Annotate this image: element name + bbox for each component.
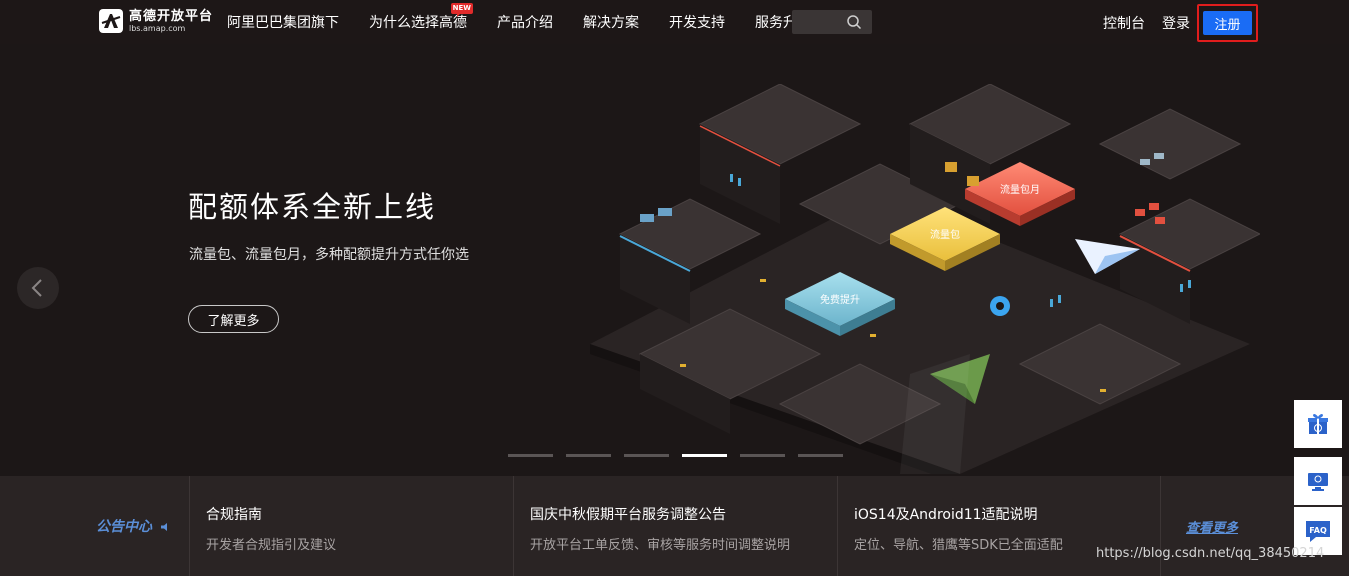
gift-icon [1308, 414, 1328, 434]
logo-domain: lbs.amap.com [129, 23, 186, 33]
hero-banner: 配额体系全新上线 流量包、流量包月，多种配额提升方式任你选 了解更多 流量包月 … [0, 44, 1349, 476]
isometric-city-illustration: 流量包月 流量包 免费提升 [590, 84, 1260, 474]
nav-item-alibaba-group[interactable]: 阿里巴巴集团旗下 [227, 12, 339, 32]
hero-subtitle: 流量包、流量包月，多种配额提升方式任你选 [189, 247, 469, 263]
chevron-left-icon [31, 279, 42, 297]
hero-title: 配额体系全新上线 [188, 190, 437, 224]
csdn-watermark: https://blog.csdn.net/qq_38450214 [1096, 546, 1325, 561]
nav-item-products[interactable]: 产品介绍 [497, 12, 553, 32]
notice-bar: 公告中心 合规指南 开发者合规指引及建议 国庆中秋假期平台服务调整公告 开放平台… [0, 476, 1349, 576]
float-gift-button[interactable] [1294, 400, 1342, 448]
divider [513, 476, 514, 576]
register-button[interactable]: 注册 [1203, 11, 1252, 35]
float-monitor-button[interactable] [1294, 457, 1342, 505]
nav-label: 为什么选择高德 [369, 15, 467, 31]
top-navbar: 高德开放平台 lbs.amap.com 阿里巴巴集团旗下 为什么选择高德 NEW… [0, 0, 1349, 44]
notice-center-text: 公告中心 [96, 519, 152, 535]
notice-title: 合规指南 [206, 507, 262, 523]
notice-center-label[interactable]: 公告中心 [96, 516, 170, 536]
logo-name: 高德开放平台 [129, 8, 214, 24]
carousel-dot[interactable] [566, 454, 611, 457]
carousel-indicators [508, 454, 856, 457]
speaker-icon [160, 523, 167, 531]
monitor-icon [1308, 473, 1328, 491]
tile-cyan-label: 免费提升 [820, 293, 860, 306]
search-input[interactable] [792, 10, 846, 34]
amap-logo[interactable]: 高德开放平台 lbs.amap.com [98, 5, 218, 37]
notice-desc: 开发者合规指引及建议 [206, 538, 337, 553]
tile-yellow-label: 流量包 [930, 228, 960, 241]
console-link[interactable]: 控制台 [1103, 13, 1145, 33]
tile-red-label: 流量包月 [1000, 183, 1040, 196]
notice-title: 国庆中秋假期平台服务调整公告 [530, 507, 726, 523]
notice-desc: 定位、导航、猎鹰等SDK已全面适配 [854, 538, 1063, 553]
divider [189, 476, 190, 576]
notice-item-compliance[interactable]: 合规指南 开发者合规指引及建议 [206, 504, 336, 553]
learn-more-button[interactable]: 了解更多 [188, 305, 279, 333]
search-icon[interactable] [846, 14, 862, 30]
nav-label: 开发支持 [669, 15, 725, 31]
notice-item-ios-android[interactable]: iOS14及Android11适配说明 定位、导航、猎鹰等SDK已全面适配 [854, 504, 1063, 553]
main-nav: 阿里巴巴集团旗下 为什么选择高德 NEW 产品介绍 解决方案 开发支持 服务升级 [227, 0, 841, 44]
nav-label: 解决方案 [583, 15, 639, 31]
faq-icon-label: FAQ [1309, 526, 1327, 535]
carousel-prev-button[interactable] [17, 267, 59, 309]
faq-icon: FAQ [1306, 521, 1330, 542]
carousel-dot[interactable] [798, 454, 843, 457]
new-badge: NEW [450, 3, 473, 17]
carousel-dot-active[interactable] [682, 454, 727, 457]
view-more-link[interactable]: 查看更多 [1186, 517, 1238, 536]
nav-item-dev-support[interactable]: 开发支持 [669, 12, 725, 32]
divider [837, 476, 838, 576]
carousel-dot[interactable] [740, 454, 785, 457]
nav-item-solutions[interactable]: 解决方案 [583, 12, 639, 32]
carousel-dot[interactable] [508, 454, 553, 457]
login-link[interactable]: 登录 [1162, 13, 1190, 33]
notice-desc: 开放平台工单反馈、审核等服务时间调整说明 [530, 538, 791, 553]
notice-title: iOS14及Android11适配说明 [854, 507, 1038, 523]
register-highlight-box: 注册 [1197, 4, 1258, 42]
nav-item-why-amap[interactable]: 为什么选择高德 NEW [369, 3, 473, 32]
nav-label: 阿里巴巴集团旗下 [227, 15, 339, 31]
amap-logo-icon [99, 9, 123, 33]
nav-label: 产品介绍 [497, 15, 553, 31]
carousel-dot[interactable] [624, 454, 669, 457]
search-box [792, 10, 872, 34]
notice-item-holiday[interactable]: 国庆中秋假期平台服务调整公告 开放平台工单反馈、审核等服务时间调整说明 [530, 504, 790, 553]
divider [1160, 476, 1161, 576]
